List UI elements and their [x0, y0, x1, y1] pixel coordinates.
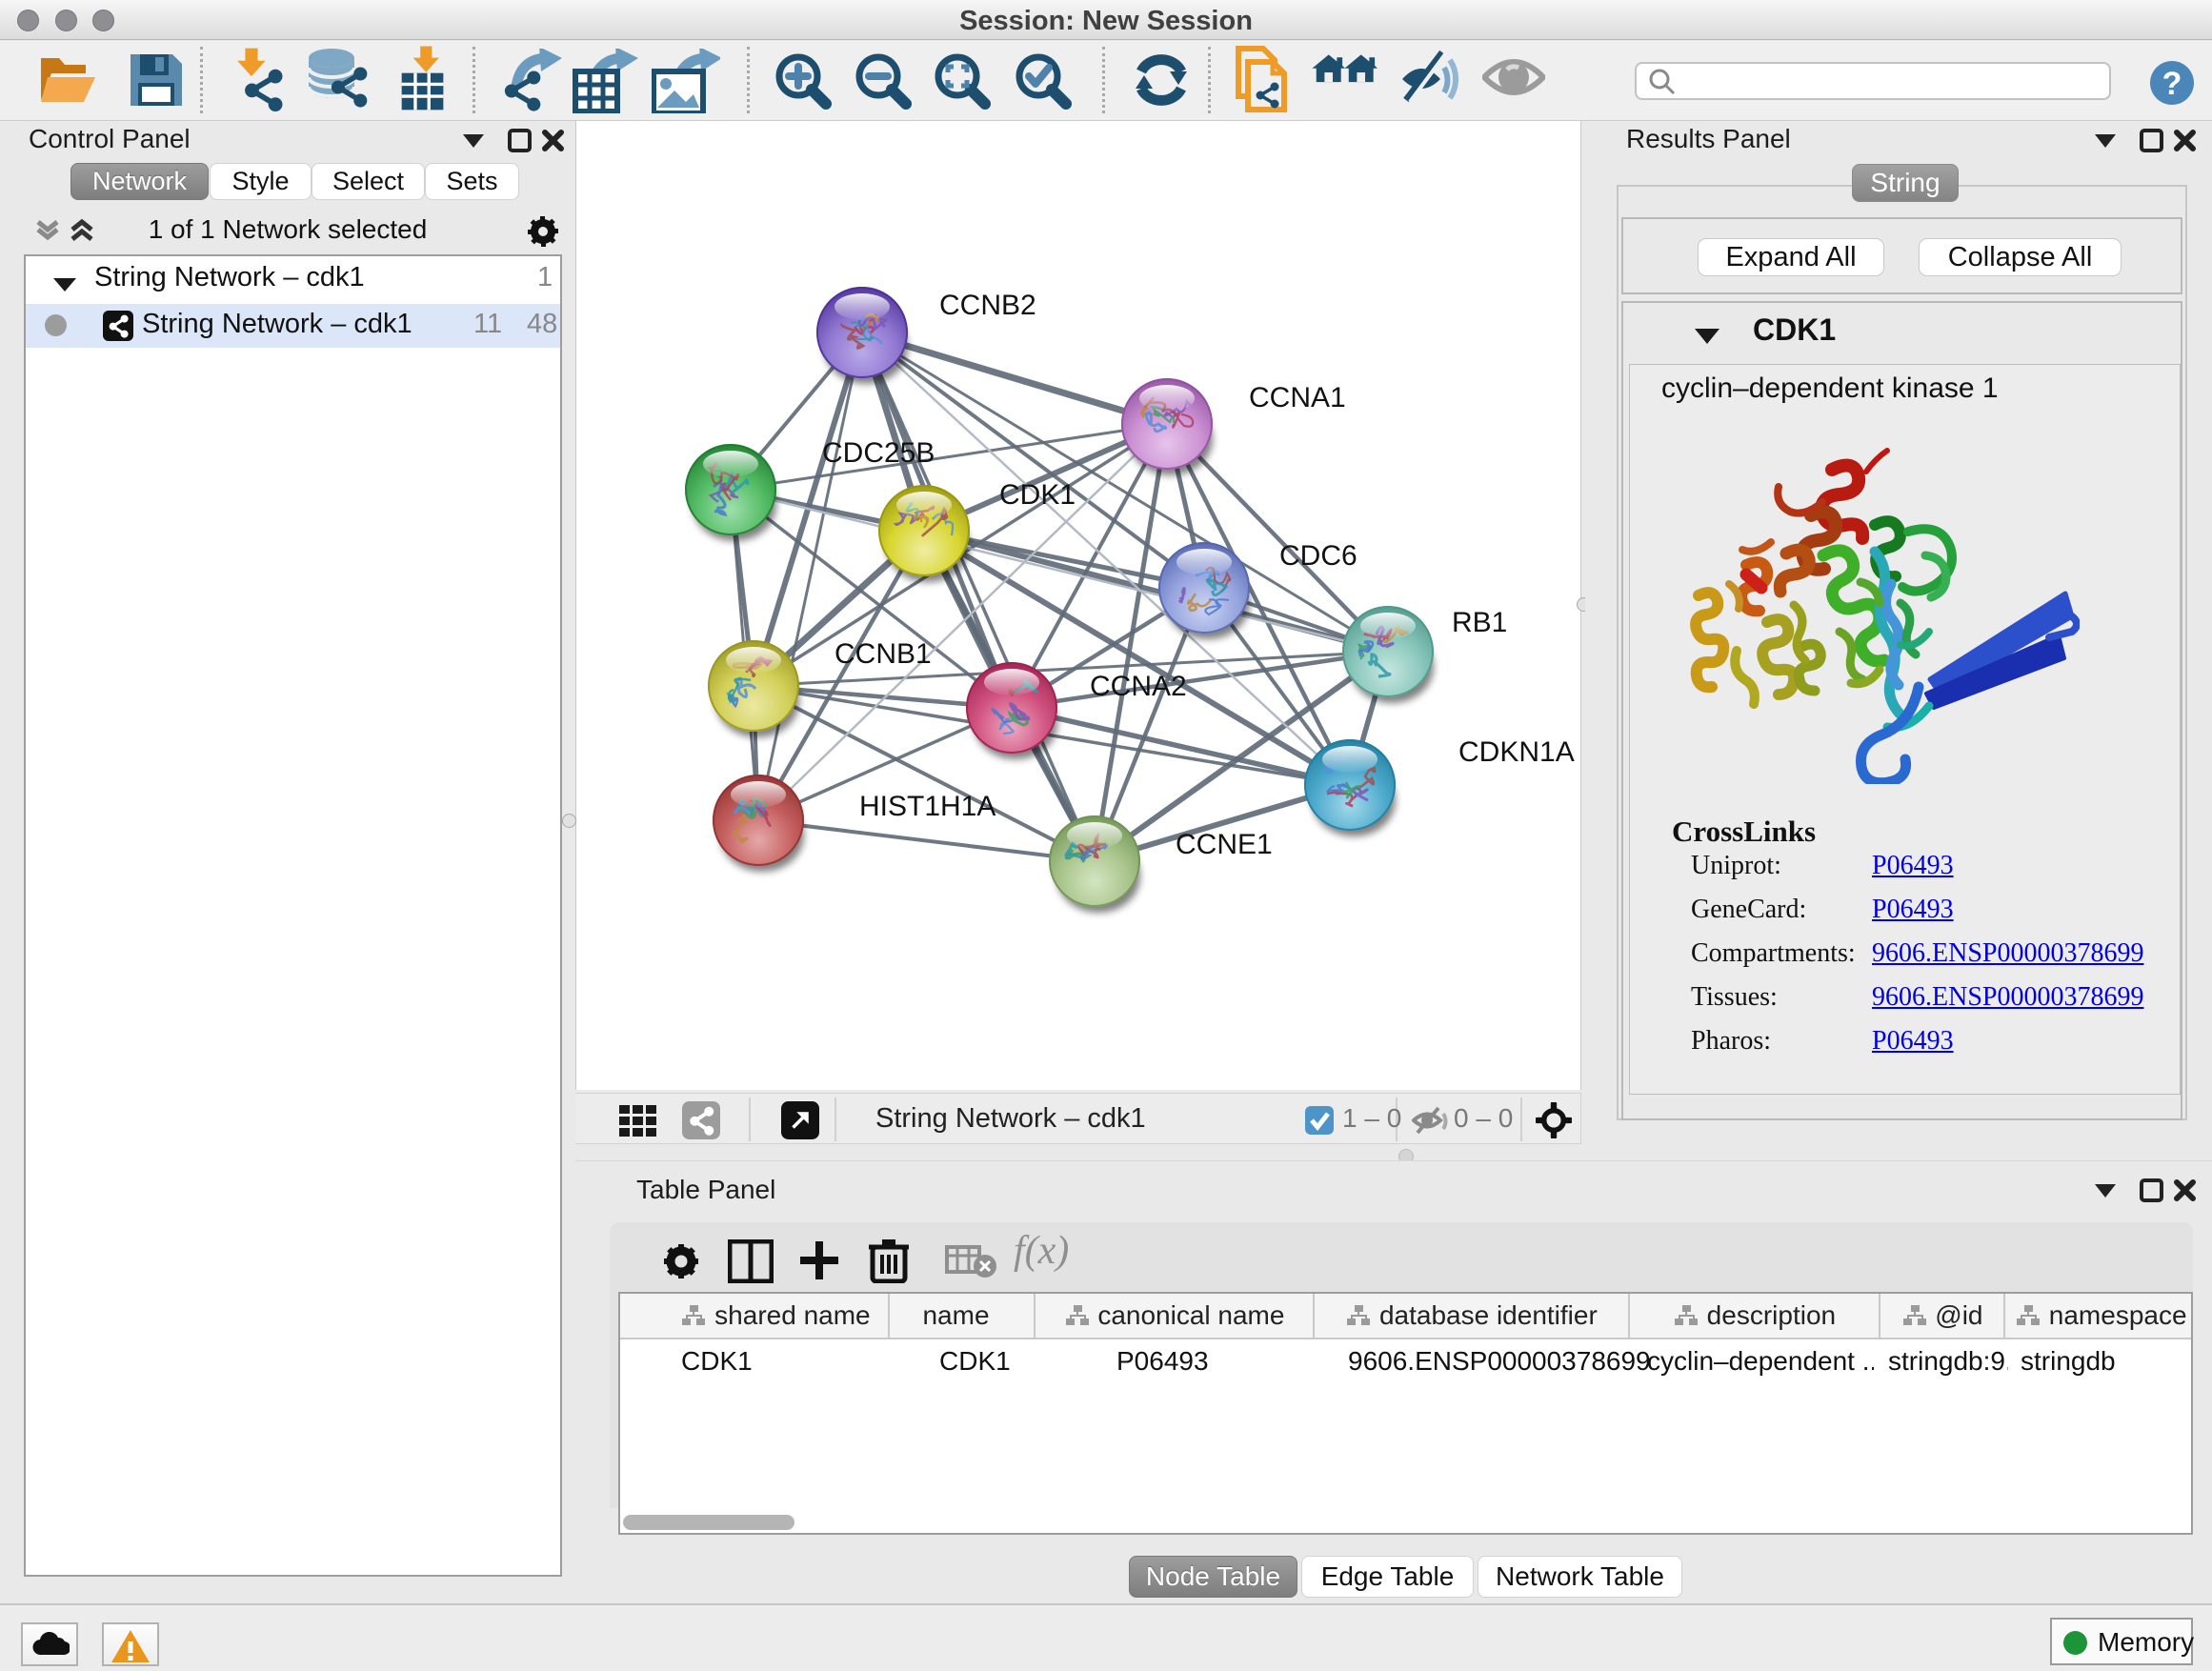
svg-text:CCNB2: CCNB2 — [939, 290, 1036, 321]
svg-text:HIST1H1A: HIST1H1A — [859, 791, 995, 822]
svg-text:CCNE1: CCNE1 — [1176, 829, 1273, 860]
svg-text:?: ? — [2162, 66, 2182, 102]
svg-text:CDC25B: CDC25B — [822, 437, 935, 469]
svg-text:CDK1: CDK1 — [999, 479, 1076, 511]
svg-text:CDKN1A: CDKN1A — [1458, 736, 1575, 768]
svg-text:RB1: RB1 — [1452, 607, 1507, 638]
svg-text:CCNB1: CCNB1 — [835, 638, 932, 670]
svg-text:CCNA1: CCNA1 — [1249, 382, 1346, 413]
svg-text:CCNA2: CCNA2 — [1090, 671, 1187, 702]
svg-text:CDC6: CDC6 — [1279, 540, 1357, 572]
